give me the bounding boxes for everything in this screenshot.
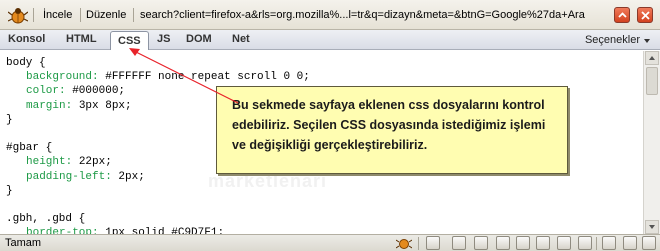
code-line: .gbh, .gbd { (6, 212, 310, 226)
options-menu[interactable]: Seçenekler (585, 34, 640, 46)
code-line: } (6, 184, 310, 198)
tab-dom[interactable]: DOM (186, 33, 212, 45)
tab-html[interactable]: HTML (66, 33, 97, 45)
css-selector: .gbh, .gbd { (6, 213, 86, 226)
panel-tabs: Konsol HTML CSS JS DOM Net Seçenekler (0, 30, 660, 50)
globe-icon[interactable] (642, 236, 656, 250)
close-button[interactable] (637, 7, 653, 23)
css-value[interactable]: 2px; (112, 171, 144, 183)
chart-icon[interactable] (578, 236, 592, 250)
arrow-up-icon (649, 56, 655, 60)
tools-icon[interactable] (602, 236, 616, 250)
page-icon[interactable] (557, 236, 571, 250)
settings-icon[interactable] (536, 236, 550, 250)
firebug-status-icon[interactable] (396, 236, 412, 250)
firebug-toolbar: İncele Düzenle search?client=firefox-a&r… (0, 0, 660, 30)
tab-css[interactable]: CSS (110, 31, 149, 50)
code-line: background: #FFFFFF none repeat scroll 0… (6, 70, 310, 84)
css-value[interactable]: #000000; (66, 85, 125, 97)
css-value[interactable]: #FFFFFF none repeat scroll 0 0; (99, 71, 310, 83)
css-property[interactable]: border-top: (26, 227, 99, 234)
tab-net[interactable]: Net (232, 33, 250, 45)
css-value[interactable]: 22px; (72, 156, 112, 168)
css-property[interactable]: color: (26, 85, 66, 97)
status-bar: Tamam (0, 234, 660, 251)
bookmark-icon[interactable] (623, 236, 637, 250)
vertical-scrollbar[interactable] (643, 51, 660, 234)
code-line: border-top: 1px solid #C9D7F1; (6, 226, 310, 234)
copy-icon[interactable] (516, 236, 530, 250)
close-icon (641, 11, 650, 20)
annotation-callout: Bu sekmede sayfaya eklenen css dosyaları… (216, 86, 568, 174)
save-icon[interactable] (496, 236, 510, 250)
scroll-up-button[interactable] (645, 51, 659, 65)
css-selector: #gbar { (6, 142, 53, 155)
status-separator (596, 237, 597, 250)
chevron-up-icon (618, 12, 627, 18)
tab-js[interactable]: JS (157, 33, 170, 45)
css-value[interactable]: 1px solid #C9D7F1; (99, 227, 224, 234)
css-property[interactable]: margin: (26, 100, 72, 112)
toolbar-separator (133, 8, 134, 22)
status-text: Tamam (5, 237, 42, 249)
breadcrumb-url[interactable]: search?client=firefox-a&rls=org.mozilla%… (140, 9, 602, 21)
toolbar-separator (80, 8, 81, 22)
chevron-down-icon[interactable] (644, 39, 650, 43)
edit-icon[interactable] (452, 236, 466, 250)
minimize-button[interactable] (614, 7, 630, 23)
status-separator (418, 237, 419, 250)
scrollbar-thumb[interactable] (646, 67, 658, 95)
toolbar-separator (33, 8, 34, 22)
firebug-icon[interactable] (8, 6, 28, 24)
inspect-button[interactable]: İncele (43, 9, 72, 21)
css-property[interactable]: background: (26, 71, 99, 83)
page-icon[interactable] (426, 236, 440, 250)
css-value[interactable]: 3px 8px; (72, 100, 132, 112)
css-property[interactable]: height: (26, 156, 72, 168)
css-selector: body { (6, 57, 46, 69)
css-property[interactable]: padding-left: (26, 171, 112, 183)
edit-button[interactable]: Düzenle (86, 9, 126, 21)
arrow-down-icon (649, 225, 655, 229)
search-icon[interactable] (474, 236, 488, 250)
code-line: body { (6, 56, 310, 70)
tab-console[interactable]: Konsol (8, 33, 45, 45)
css-selector: } (6, 184, 13, 197)
scroll-down-button[interactable] (645, 220, 659, 234)
css-selector: } (6, 113, 13, 126)
